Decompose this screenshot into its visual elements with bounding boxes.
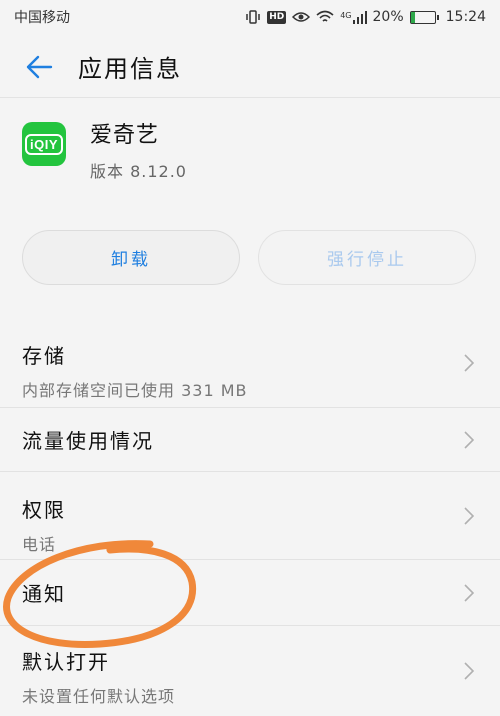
app-bar: 应用信息: [0, 36, 500, 98]
page-title: 应用信息: [78, 55, 182, 83]
list-item-title: 默认打开: [22, 650, 110, 674]
clock: 15:24: [445, 9, 486, 25]
list-item-permissions[interactable]: 权限 电话: [0, 472, 500, 560]
chevron-right-icon: [464, 506, 474, 525]
back-button[interactable]: [0, 36, 78, 98]
list-item-title: 存储: [22, 344, 66, 368]
vibrate-icon: [245, 10, 261, 24]
hd-badge: HD: [267, 10, 287, 24]
force-stop-button: 强行停止: [258, 230, 476, 285]
list-item-data-usage[interactable]: 流量使用情况: [0, 408, 500, 472]
chevron-right-icon: [464, 583, 474, 602]
list-item-storage[interactable]: 存储 内部存储空间已使用 331 MB: [0, 318, 500, 408]
wifi-icon: [316, 10, 334, 24]
network-type: 4G: [340, 10, 352, 20]
status-bar: 中国移动 HD 4G 20% 15:24: [0, 0, 500, 34]
list-item-subtitle: 内部存储空间已使用 331 MB: [22, 381, 248, 400]
app-icon-logo: iQIY: [24, 133, 63, 155]
battery-icon: [409, 10, 439, 24]
list-item-title: 通知: [22, 582, 66, 606]
chevron-right-icon: [464, 353, 474, 372]
battery-fill: [410, 11, 416, 23]
chevron-right-icon: [464, 430, 474, 449]
status-icons: HD 4G 20% 15:24: [245, 9, 486, 25]
app-version: 版本 8.12.0: [90, 162, 187, 181]
uninstall-button[interactable]: 卸载: [22, 230, 240, 285]
list-item-title: 权限: [22, 498, 66, 522]
eye-comfort-icon: [292, 11, 311, 23]
list-item-open-by-default[interactable]: 默认打开 未设置任何默认选项: [0, 626, 500, 716]
carrier-label: 中国移动: [14, 10, 70, 26]
arrow-left-icon: [26, 55, 53, 78]
list-item-subtitle: 电话: [22, 535, 57, 554]
chevron-right-icon: [464, 662, 474, 680]
signal-icon: 4G: [340, 10, 367, 24]
settings-list: 存储 内部存储空间已使用 331 MB 流量使用情况 权限 电话 通知 默认打开…: [0, 318, 500, 716]
list-item-notifications[interactable]: 通知: [0, 560, 500, 626]
app-name: 爱奇艺: [90, 123, 160, 148]
list-item-subtitle: 未设置任何默认选项: [22, 687, 176, 706]
app-icon: iQIY: [22, 122, 66, 166]
list-item-title: 流量使用情况: [22, 429, 154, 453]
battery-percent: 20%: [372, 9, 404, 25]
app-summary: iQIY 爱奇艺 版本 8.12.0: [22, 122, 187, 182]
